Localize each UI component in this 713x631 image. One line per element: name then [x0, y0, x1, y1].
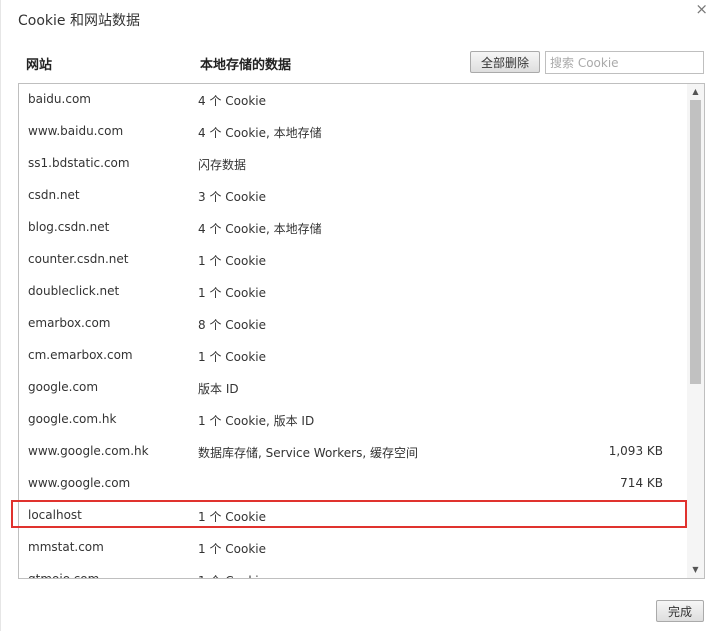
- column-header-site: 网站: [26, 58, 53, 73]
- site-name: emarbox.com: [28, 316, 111, 330]
- site-name: www.baidu.com: [28, 124, 124, 138]
- site-name: google.com: [28, 380, 99, 394]
- site-data-description: 1 个 Cookie: [198, 572, 266, 578]
- site-data-description: 1 个 Cookie: [198, 286, 266, 300]
- site-name: google.com.hk: [28, 412, 117, 426]
- dialog-title: Cookie 和网站数据: [18, 13, 140, 29]
- site-name: mmstat.com: [28, 540, 104, 554]
- list-item[interactable]: www.baidu.com 4 个 Cookie, 本地存储: [19, 116, 688, 148]
- site-name: ss1.bdstatic.com: [28, 156, 130, 170]
- site-name: localhost: [28, 508, 82, 522]
- list-item[interactable]: localhost 1 个 Cookie: [19, 500, 688, 532]
- list-item[interactable]: www.google.com 714 KB: [19, 468, 688, 500]
- site-name: www.google.com.hk: [28, 444, 149, 458]
- close-icon[interactable]: ×: [695, 0, 708, 18]
- site-data-description: 闪存数据: [198, 158, 247, 172]
- site-name: csdn.net: [28, 188, 80, 202]
- cookie-dialog: Cookie 和网站数据 × 网站 本地存储的数据 全部删除 baidu.com…: [0, 0, 713, 631]
- list-item[interactable]: google.com 版本 ID: [19, 372, 688, 404]
- site-data-description: 4 个 Cookie, 本地存储: [198, 222, 322, 236]
- cookie-rows: baidu.com 4 个 Cookie www.baidu.com 4 个 Cook…: [19, 84, 688, 579]
- site-name: doubleclick.net: [28, 284, 120, 298]
- site-data-description: 数据库存储, Service Workers, 缓存空间: [198, 446, 418, 460]
- list-item[interactable]: gtmojo.com 1 个 Cookie: [19, 564, 688, 579]
- site-data-description: 4 个 Cookie, 本地存储: [198, 126, 322, 140]
- delete-all-button[interactable]: 全部删除: [470, 51, 540, 73]
- site-data-size: 1,093 KB: [608, 444, 663, 458]
- site-data-description: 4 个 Cookie: [198, 94, 266, 108]
- list-item[interactable]: emarbox.com 8 个 Cookie: [19, 308, 688, 340]
- list-item[interactable]: csdn.net 3 个 Cookie: [19, 180, 688, 212]
- site-data-description: 8 个 Cookie: [198, 318, 266, 332]
- site-name: counter.csdn.net: [28, 252, 129, 266]
- site-name: blog.csdn.net: [28, 220, 110, 234]
- done-button[interactable]: 完成: [656, 600, 704, 622]
- search-input[interactable]: [545, 51, 704, 74]
- list-item[interactable]: google.com.hk 1 个 Cookie, 版本 ID: [19, 404, 688, 436]
- list-item[interactable]: counter.csdn.net 1 个 Cookie: [19, 244, 688, 276]
- scroll-down-icon[interactable]: ▼: [687, 562, 704, 578]
- column-header-data: 本地存储的数据: [200, 58, 292, 73]
- site-data-size: 714 KB: [620, 476, 663, 490]
- scrollbar-thumb[interactable]: [690, 100, 701, 384]
- site-name: gtmojo.com: [28, 572, 100, 579]
- site-name: cm.emarbox.com: [28, 348, 133, 362]
- scrollbar[interactable]: ▲ ▼: [687, 84, 704, 578]
- scroll-up-icon[interactable]: ▲: [687, 84, 704, 100]
- site-name: baidu.com: [28, 92, 91, 106]
- list-item[interactable]: ss1.bdstatic.com 闪存数据: [19, 148, 688, 180]
- cookie-list[interactable]: baidu.com 4 个 Cookie www.baidu.com 4 个 Cook…: [18, 83, 705, 579]
- list-item[interactable]: mmstat.com 1 个 Cookie: [19, 532, 688, 564]
- site-data-description: 1 个 Cookie: [198, 542, 266, 556]
- site-data-description: 1 个 Cookie, 版本 ID: [198, 414, 315, 428]
- list-item[interactable]: cm.emarbox.com 1 个 Cookie: [19, 340, 688, 372]
- list-item[interactable]: doubleclick.net 1 个 Cookie: [19, 276, 688, 308]
- site-name: www.google.com: [28, 476, 131, 490]
- site-data-description: 3 个 Cookie: [198, 190, 266, 204]
- site-data-description: 版本 ID: [198, 382, 239, 396]
- site-data-description: 1 个 Cookie: [198, 350, 266, 364]
- site-data-description: 1 个 Cookie: [198, 254, 266, 268]
- list-item[interactable]: blog.csdn.net 4 个 Cookie, 本地存储: [19, 212, 688, 244]
- list-item[interactable]: www.google.com.hk 数据库存储, Service Workers,…: [19, 436, 688, 468]
- list-item[interactable]: baidu.com 4 个 Cookie: [19, 84, 688, 116]
- site-data-description: 1 个 Cookie: [198, 510, 266, 524]
